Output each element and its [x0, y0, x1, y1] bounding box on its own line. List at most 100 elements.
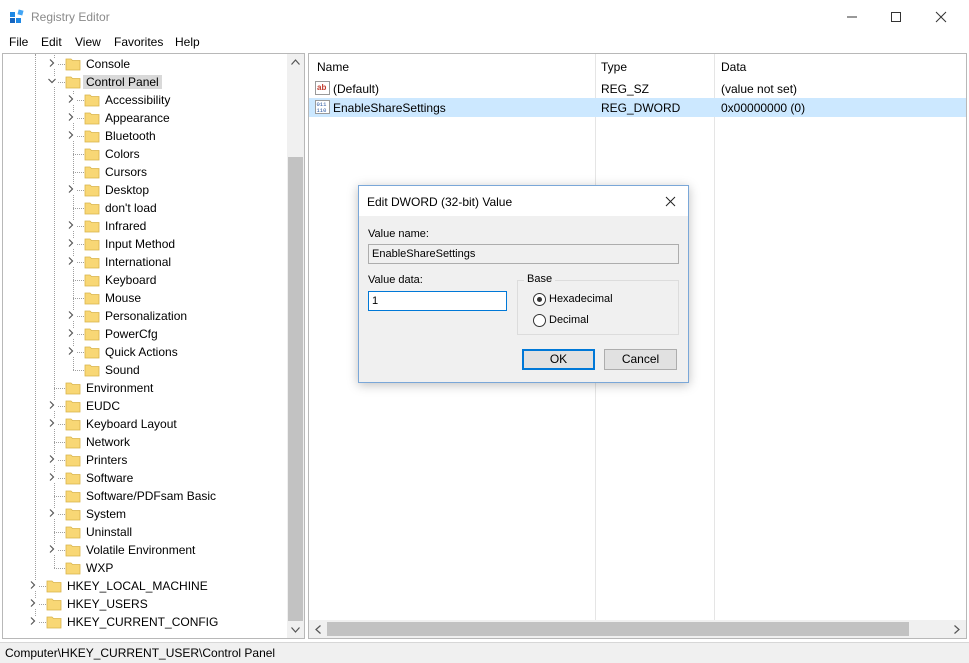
chevron-right-icon[interactable]	[47, 472, 57, 482]
value-row-enablesharesettings[interactable]: 011 110 EnableShareSettings REG_DWORD 0x…	[309, 98, 966, 117]
chevron-right-icon[interactable]	[28, 598, 38, 608]
tree-item[interactable]: Input Method	[3, 235, 287, 253]
decimal-label[interactable]: Decimal	[549, 314, 589, 326]
column-header-name[interactable]: Name	[317, 54, 349, 78]
tree-item[interactable]: Control Panel	[3, 73, 287, 91]
tree-item[interactable]: Keyboard	[3, 271, 287, 289]
maximize-button[interactable]	[873, 0, 919, 34]
chevron-right-icon[interactable]	[47, 58, 57, 68]
tree-item[interactable]: System	[3, 505, 287, 523]
chevron-right-icon[interactable]	[28, 616, 38, 626]
chevron-right-icon[interactable]	[66, 256, 76, 266]
tree-connector	[73, 280, 84, 281]
folder-icon	[65, 526, 81, 539]
tree-scroll-thumb[interactable]	[288, 157, 303, 621]
tree-item[interactable]: Keyboard Layout	[3, 415, 287, 433]
menu-bar: File Edit View Favorites Help	[0, 34, 969, 52]
tree-item-label: Sound	[105, 363, 140, 377]
tree-item[interactable]: Appearance	[3, 109, 287, 127]
tree-item[interactable]: Console	[3, 55, 287, 73]
value-data-input[interactable]: 1	[368, 291, 507, 311]
folder-icon	[46, 598, 62, 611]
tree-item[interactable]: Infrared	[3, 217, 287, 235]
string-value-icon: ab	[315, 81, 330, 95]
chevron-right-icon[interactable]	[66, 112, 76, 122]
menu-edit[interactable]: Edit	[41, 35, 62, 49]
key-tree-pane[interactable]: Console Control Panel Accessibility Appeara…	[2, 53, 305, 639]
tree-item[interactable]: HKEY_CURRENT_CONFIG	[3, 613, 287, 631]
scroll-left-icon[interactable]	[315, 625, 321, 634]
tree-item[interactable]: Accessibility	[3, 91, 287, 109]
tree-item[interactable]: HKEY_USERS	[3, 595, 287, 613]
chevron-right-icon[interactable]	[47, 454, 57, 464]
folder-icon	[84, 328, 100, 341]
tree-vertical-scrollbar[interactable]	[287, 54, 304, 638]
folder-icon	[65, 490, 81, 503]
tree-item[interactable]: Software	[3, 469, 287, 487]
scroll-down-icon[interactable]	[291, 627, 300, 633]
tree-connector	[73, 172, 84, 173]
tree-item[interactable]: Volatile Environment	[3, 541, 287, 559]
decimal-radio[interactable]	[533, 314, 546, 327]
folder-icon	[84, 166, 100, 179]
tree-item[interactable]: Uninstall	[3, 523, 287, 541]
tree-item-label: Cursors	[105, 165, 148, 179]
chevron-right-icon[interactable]	[66, 184, 76, 194]
chevron-right-icon[interactable]	[66, 328, 76, 338]
chevron-right-icon[interactable]	[66, 310, 76, 320]
scroll-up-icon[interactable]	[291, 59, 300, 65]
minimize-button[interactable]	[829, 0, 875, 34]
tree-item[interactable]: Network	[3, 433, 287, 451]
tree-item[interactable]: Bluetooth	[3, 127, 287, 145]
tree-item[interactable]: Printers	[3, 451, 287, 469]
menu-help[interactable]: Help	[175, 35, 200, 49]
chevron-right-icon[interactable]	[66, 130, 76, 140]
tree-connector	[73, 298, 84, 299]
tree-item[interactable]: Personalization	[3, 307, 287, 325]
tree-item[interactable]: Sound	[3, 361, 287, 379]
chevron-right-icon[interactable]	[47, 508, 57, 518]
chevron-right-icon[interactable]	[28, 580, 38, 590]
values-scroll-thumb[interactable]	[327, 622, 909, 636]
menu-view[interactable]: View	[75, 35, 101, 49]
chevron-right-icon[interactable]	[66, 94, 76, 104]
tree-item[interactable]: PowerCfg	[3, 325, 287, 343]
tree-item[interactable]: International	[3, 253, 287, 271]
chevron-right-icon[interactable]	[66, 220, 76, 230]
chevron-right-icon[interactable]	[66, 238, 76, 248]
chevron-right-icon[interactable]	[47, 544, 57, 554]
value-name-field[interactable]: EnableShareSettings	[368, 244, 679, 264]
tree-item[interactable]: EUDC	[3, 397, 287, 415]
tree-connector	[73, 208, 84, 209]
chevron-right-icon[interactable]	[66, 346, 76, 356]
tree-item-label: Keyboard Layout	[86, 417, 177, 431]
value-row-default[interactable]: ab (Default) REG_SZ (value not set)	[309, 79, 966, 98]
scroll-right-icon[interactable]	[954, 625, 960, 634]
tree-item[interactable]: Quick Actions	[3, 343, 287, 361]
tree-connector	[54, 496, 65, 497]
tree-item[interactable]: HKEY_LOCAL_MACHINE	[3, 577, 287, 595]
tree-item[interactable]: Environment	[3, 379, 287, 397]
column-header-type[interactable]: Type	[601, 54, 627, 78]
dialog-close-button[interactable]	[659, 191, 681, 211]
tree-item[interactable]: Cursors	[3, 163, 287, 181]
column-header-data[interactable]: Data	[721, 54, 746, 78]
tree-item[interactable]: Colors	[3, 145, 287, 163]
ok-button[interactable]: OK	[522, 349, 595, 370]
tree-connector	[54, 532, 65, 533]
tree-item[interactable]: Desktop	[3, 181, 287, 199]
values-horizontal-scrollbar[interactable]	[309, 620, 966, 638]
menu-file[interactable]: File	[9, 35, 28, 49]
tree-item[interactable]: WXP	[3, 559, 287, 577]
chevron-down-icon[interactable]	[47, 76, 57, 86]
cancel-button[interactable]: Cancel	[604, 349, 677, 370]
chevron-right-icon[interactable]	[47, 400, 57, 410]
tree-item[interactable]: don't load	[3, 199, 287, 217]
hexadecimal-radio[interactable]	[533, 293, 546, 306]
tree-item[interactable]: Mouse	[3, 289, 287, 307]
hexadecimal-label[interactable]: Hexadecimal	[549, 293, 613, 305]
close-button[interactable]	[918, 0, 964, 34]
tree-item[interactable]: Software/PDFsam Basic	[3, 487, 287, 505]
menu-favorites[interactable]: Favorites	[114, 35, 163, 49]
chevron-right-icon[interactable]	[47, 418, 57, 428]
